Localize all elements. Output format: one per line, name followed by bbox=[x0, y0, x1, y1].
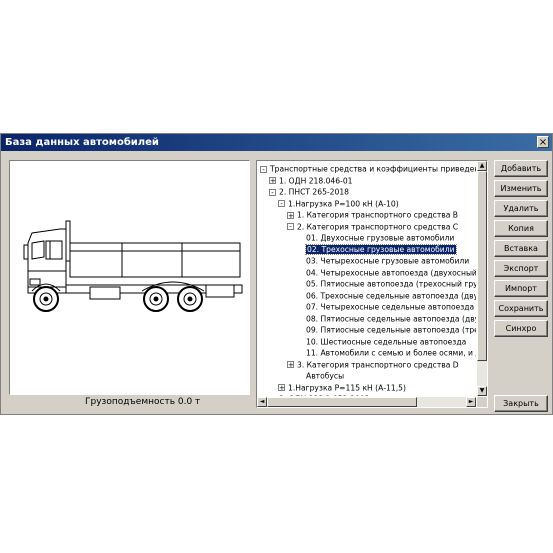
tree-item[interactable]: +1.Нагрузка P=115 кН (А-11,5) bbox=[278, 382, 406, 394]
vehicle-image-panel bbox=[9, 160, 250, 395]
expand-icon[interactable]: + bbox=[287, 361, 294, 369]
tree-item[interactable]: 07. Четырехосные седельные автопоезда (д… bbox=[296, 301, 476, 313]
truck-drawing bbox=[23, 220, 243, 312]
tree-item-label: 09. Пятиосные седельные автопоезда (трех… bbox=[306, 325, 476, 335]
tree-item-label: 01. Двухосные грузовые автомобили bbox=[306, 233, 455, 243]
scrollbar-corner bbox=[477, 397, 487, 407]
vertical-scrollbar[interactable]: ▲ ▼ bbox=[477, 161, 487, 396]
tree-item[interactable]: +3. Категория транспортного средства D bbox=[287, 359, 459, 371]
tree-item-label: 1. Категория транспортного средства В bbox=[297, 210, 458, 220]
tree-item-label: 04. Четырехосные автопоезда (двухосный г… bbox=[306, 267, 476, 277]
tree-item[interactable]: - Транспортные средства и коэффициенты пр… bbox=[260, 163, 476, 175]
paste-button[interactable]: Вставка bbox=[494, 240, 548, 257]
edit-button[interactable]: Изменить bbox=[494, 180, 548, 197]
tree-item[interactable]: 11. Автомобили с семью и более осями, и … bbox=[296, 347, 476, 359]
tree-item[interactable]: 10. Шестиосные седельные автопоезда bbox=[296, 336, 466, 348]
expand-icon[interactable]: + bbox=[278, 384, 285, 392]
tree-item[interactable]: -2. ПНСТ 265-2018 bbox=[269, 186, 349, 198]
tree-item-label: 1.Нагрузка P=115 кН (А-11,5) bbox=[288, 382, 406, 392]
tree-item[interactable]: -2. Категория транспортного средства С bbox=[287, 221, 458, 233]
tree-item[interactable]: +1. ОДН 218.046-01 bbox=[269, 175, 353, 187]
tree-item[interactable]: 03. Четырехосные грузовые автомобили bbox=[296, 255, 469, 267]
collapse-icon[interactable]: - bbox=[269, 188, 276, 196]
tree-item[interactable]: 04. Четырехосные автопоезда (двухосный г… bbox=[296, 267, 476, 279]
scroll-right-button[interactable]: ► bbox=[466, 397, 476, 407]
window-title: База данных автомобилей bbox=[5, 137, 159, 148]
horizontal-scroll-thumb[interactable] bbox=[267, 397, 417, 407]
title-bar[interactable]: База данных автомобилей × bbox=[1, 134, 552, 151]
export-button[interactable]: Экспорт bbox=[494, 260, 548, 277]
tree-item-label-selected: 02. Трехосные грузовые автомобили bbox=[305, 243, 457, 255]
collapse-icon[interactable]: - bbox=[287, 223, 294, 231]
tree-item-label: 3. Категория транспортного средства D bbox=[297, 359, 459, 369]
tree-item[interactable]: 08. Пятиосные седельные автопоезда (двух… bbox=[296, 313, 476, 325]
tree-item[interactable]: -1.Нагрузка P=100 кН (А-10) bbox=[278, 198, 399, 210]
add-button[interactable]: Добавить bbox=[494, 160, 548, 177]
sync-button[interactable]: Синхро bbox=[494, 320, 548, 337]
capacity-label: Грузоподъемность 0.0 т bbox=[85, 397, 201, 407]
copy-button[interactable]: Копия bbox=[494, 220, 548, 237]
horizontal-scrollbar[interactable]: ◄ ► bbox=[257, 397, 476, 407]
tree-item-label: 10. Шестиосные седельные автопоезда bbox=[306, 336, 467, 346]
tree-item[interactable]: 06. Трехосные седельные автопоезда (двух… bbox=[296, 290, 476, 302]
tree-item-label: Транспортные средства и коэффициенты при… bbox=[270, 164, 476, 174]
collapse-icon[interactable]: - bbox=[278, 200, 285, 208]
collapse-icon[interactable]: - bbox=[260, 165, 267, 173]
tree-item-label: 06. Трехосные седельные автопоезда (двух… bbox=[306, 290, 476, 300]
scroll-down-button[interactable]: ▼ bbox=[477, 386, 487, 396]
tree-item[interactable]: +3. ОДН 218.1.052-2002 bbox=[269, 393, 369, 396]
tree-item-label: 1. ОДН 218.046-01 bbox=[279, 175, 353, 185]
tree-item-label: 11. Автомобили с семью и более осями, и … bbox=[306, 348, 476, 358]
close-window-button[interactable]: × bbox=[537, 136, 549, 148]
close-button[interactable]: Закрыть bbox=[494, 395, 548, 412]
tree-item-label: 07. Четырехосные седельные автопоезда (д… bbox=[306, 302, 476, 312]
delete-button[interactable]: Удалить bbox=[494, 200, 548, 217]
tree-item-label: 2. ПНСТ 265-2018 bbox=[279, 187, 349, 197]
vehicle-tree-view[interactable]: - Транспортные средства и коэффициенты пр… bbox=[256, 160, 488, 408]
tree-item[interactable]: 02. Трехосные грузовые автомобили bbox=[296, 243, 457, 256]
scroll-left-button[interactable]: ◄ bbox=[257, 397, 267, 407]
tree-item-label: 03. Четырехосные грузовые автомобили bbox=[306, 256, 470, 266]
vertical-scroll-thumb[interactable] bbox=[477, 171, 487, 361]
tree-item-label: Автобусы bbox=[306, 371, 345, 381]
expand-icon[interactable]: + bbox=[287, 211, 294, 219]
tree-item[interactable]: +1. Категория транспортного средства В bbox=[287, 209, 458, 221]
tree-item-label: 05. Пятиосные автопоезда (трехосный груз… bbox=[306, 279, 476, 289]
tree-item-label: 2. Категория транспортного средства С bbox=[297, 221, 459, 231]
import-button[interactable]: Импорт bbox=[494, 280, 548, 297]
tree-item[interactable]: 09. Пятиосные седельные автопоезда (трех… bbox=[296, 324, 476, 336]
tree-item[interactable]: 01. Двухосные грузовые автомобили bbox=[296, 232, 454, 244]
tree-item-label: 1.Нагрузка P=100 кН (А-10) bbox=[288, 198, 399, 208]
scroll-up-button[interactable]: ▲ bbox=[477, 161, 487, 171]
tree-item-label: 3. ОДН 218.1.052-2002 bbox=[279, 394, 369, 396]
tree-viewport: - Транспортные средства и коэффициенты пр… bbox=[257, 161, 476, 396]
save-button[interactable]: Сохранить bbox=[494, 300, 548, 317]
tree-item[interactable]: Автобусы bbox=[296, 370, 344, 382]
expand-icon[interactable]: + bbox=[269, 395, 276, 396]
expand-icon[interactable]: + bbox=[269, 177, 276, 185]
tree-item-label: 08. Пятиосные седельные автопоезда (двух… bbox=[306, 313, 476, 323]
tree-item[interactable]: 05. Пятиосные автопоезда (трехосный груз… bbox=[296, 278, 476, 290]
vehicle-database-dialog: База данных автомобилей × Грузоподъемнос… bbox=[0, 133, 553, 415]
